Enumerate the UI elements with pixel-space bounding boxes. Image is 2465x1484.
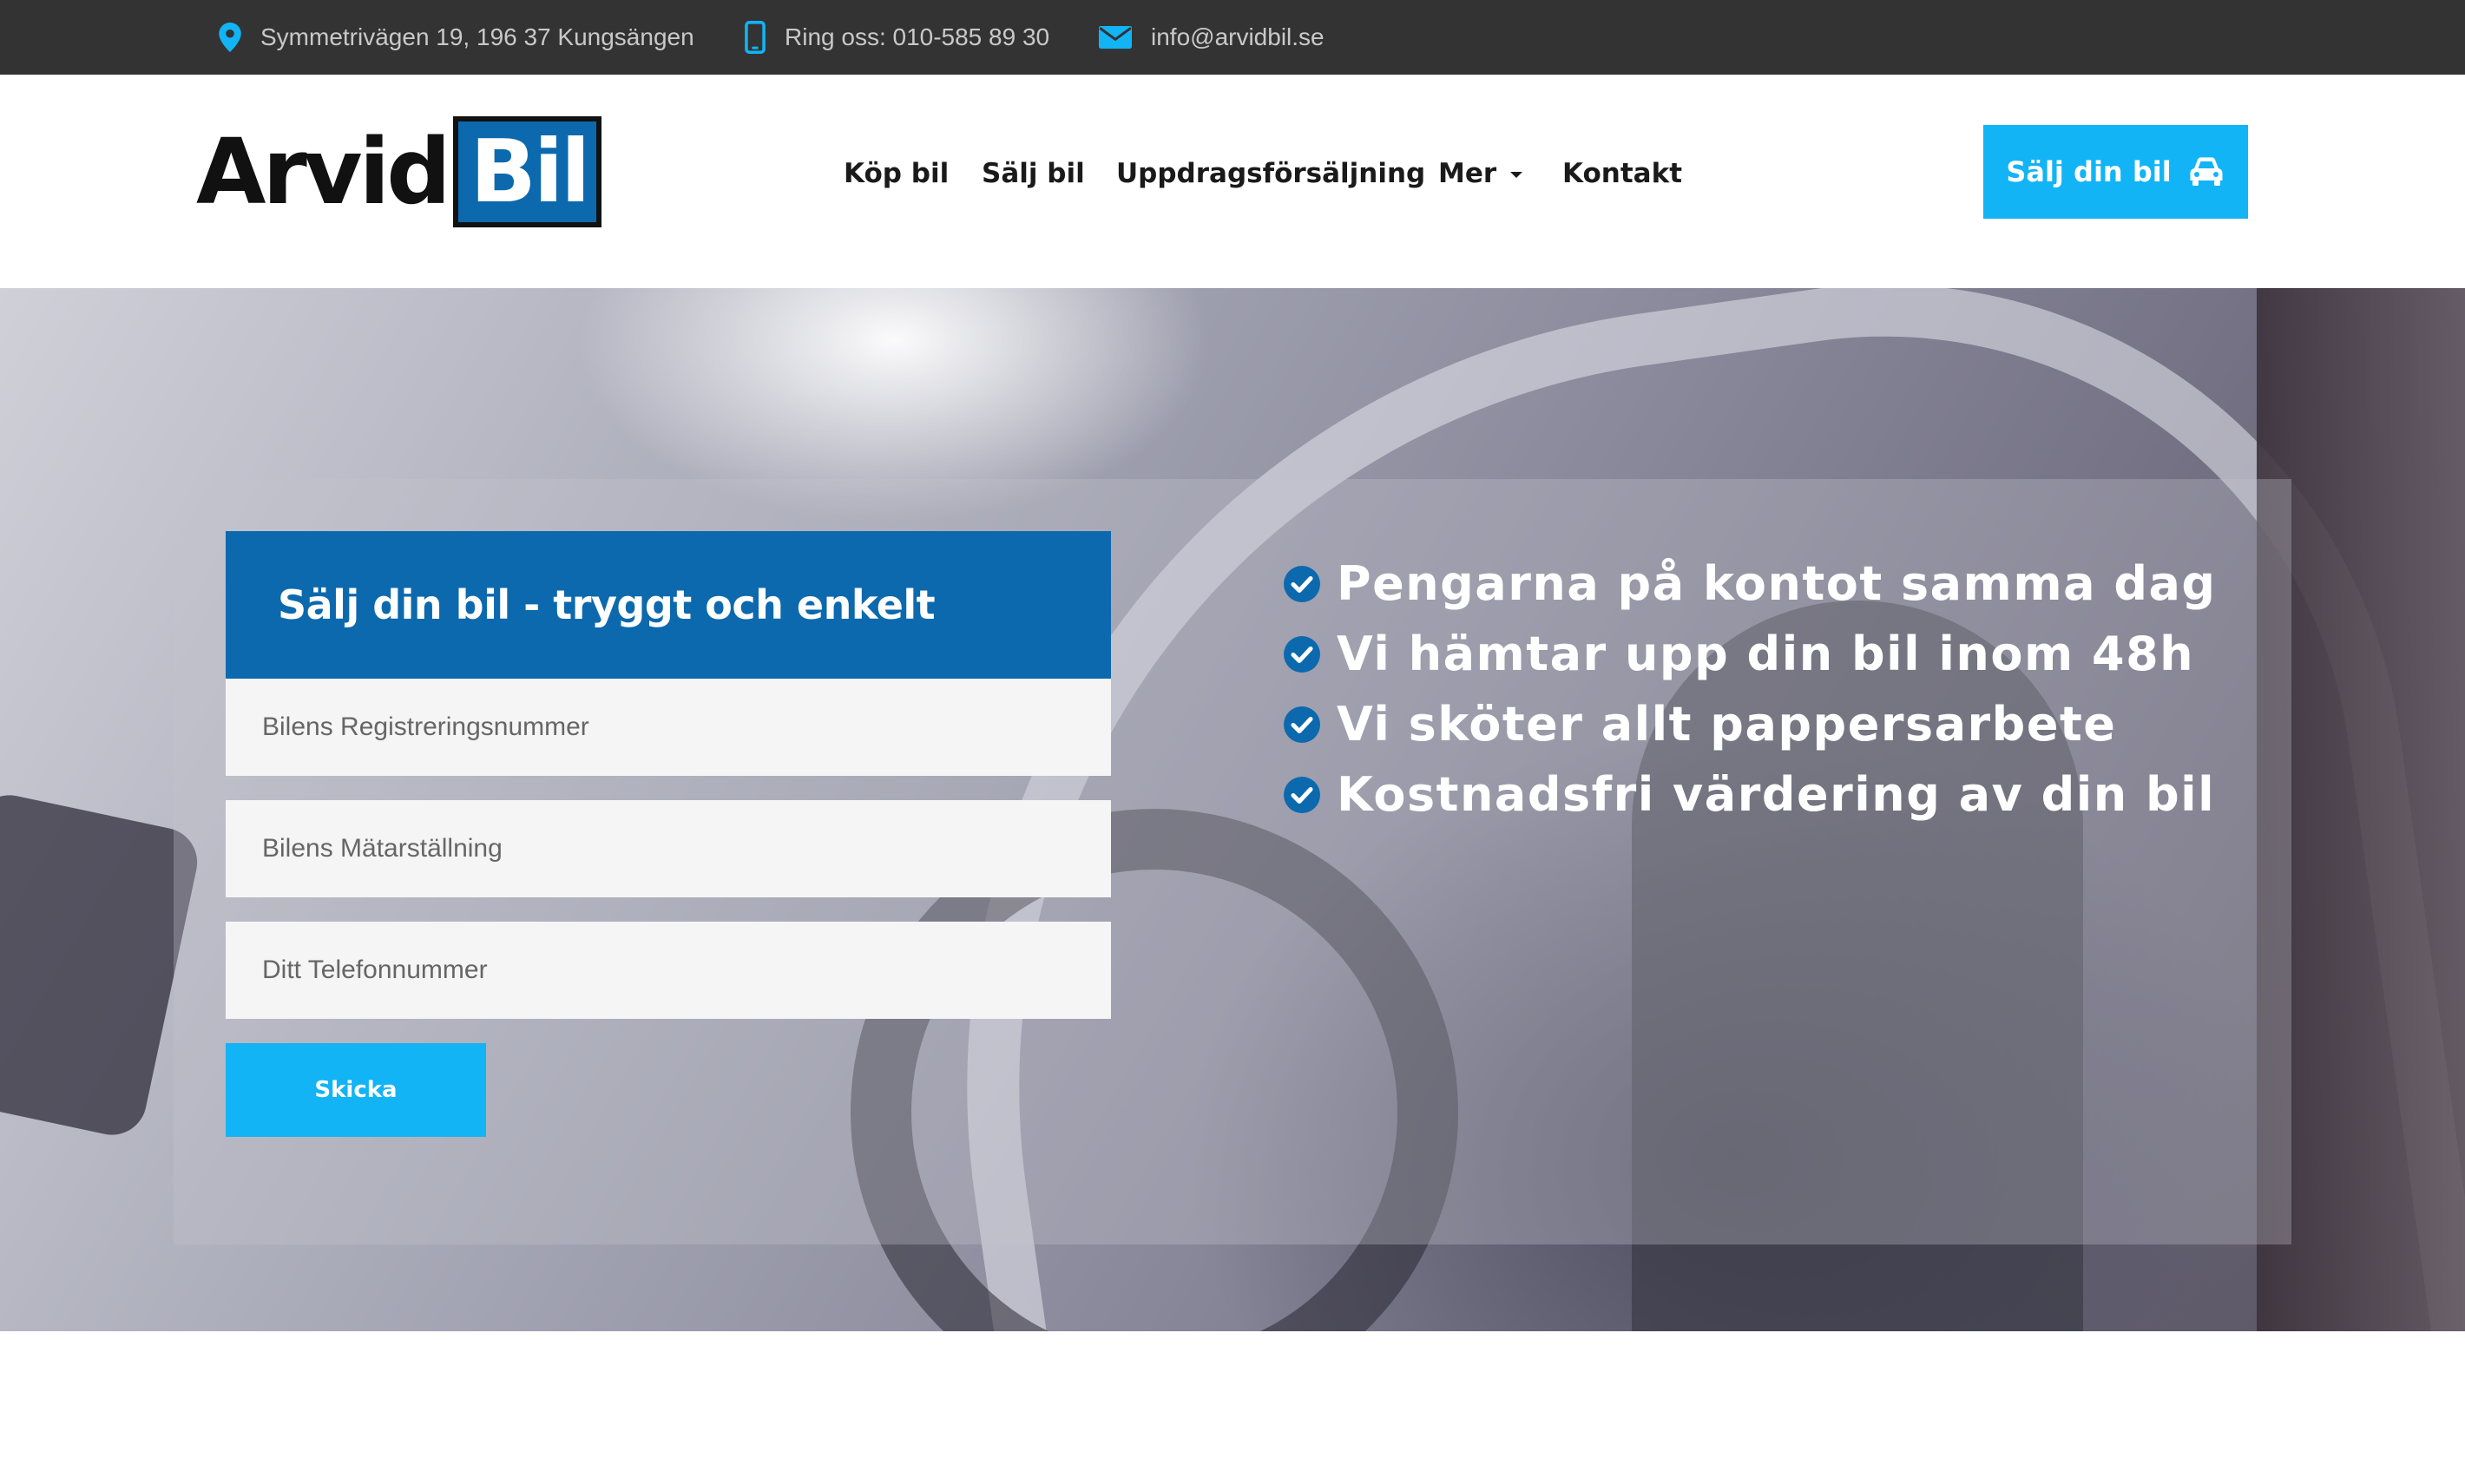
hero-section: Sälj din bil - tryggt och enkelt Skicka … (0, 288, 2465, 1331)
submit-button[interactable]: Skicka (226, 1043, 486, 1137)
logo-text-arvid: Arvid (196, 119, 451, 225)
nav-mer-dropdown[interactable]: Mer (1438, 158, 1523, 189)
benefit-text: Pengarna på kontot samma dag (1337, 556, 2217, 611)
car-icon (2190, 157, 2223, 186)
check-circle-icon (1284, 706, 1320, 743)
top-info-bar: Symmetrivägen 19, 196 37 Kungsängen Ring… (0, 0, 2465, 75)
mobile-phone-icon (745, 21, 766, 54)
email-link[interactable]: info@arvidbil.se (1151, 23, 1325, 51)
envelope-icon (1099, 25, 1132, 49)
nav-kop-bil[interactable]: Köp bil (844, 158, 949, 189)
logo-text-bil: Bil (452, 116, 602, 227)
benefits-list: Pengarna på kontot samma dag Vi hämtar u… (1283, 548, 2217, 830)
form-header: Sälj din bil - tryggt och enkelt (226, 531, 1111, 679)
benefit-item: Pengarna på kontot samma dag (1283, 548, 2217, 619)
check-circle-icon (1284, 565, 1320, 602)
arvidbil-logo[interactable]: Arvid Bil (196, 116, 602, 227)
site-header: Arvid Bil Köp bil Sälj bil Uppdragsförsä… (0, 75, 2465, 288)
email-item[interactable]: info@arvidbil.se (1099, 0, 1325, 75)
nav-kontakt[interactable]: Kontakt (1562, 158, 1682, 189)
benefit-item: Vi hämtar upp din bil inom 48h (1283, 619, 2217, 689)
phone-text[interactable]: Ring oss: 010-585 89 30 (785, 23, 1049, 51)
address-text: Symmetrivägen 19, 196 37 Kungsängen (260, 23, 694, 50)
sell-your-car-label: Sälj din bil (2006, 155, 2172, 188)
benefit-text: Kostnadsfri värdering av din bil (1337, 767, 2216, 822)
benefit-item: Kostnadsfri värdering av din bil (1283, 759, 2217, 830)
address-item: Symmetrivägen 19, 196 37 Kungsängen (219, 0, 694, 75)
phone-number-input[interactable] (226, 922, 1111, 1019)
location-pin-icon (219, 23, 241, 52)
registration-number-input[interactable] (226, 679, 1111, 776)
form-title: Sälj din bil - tryggt och enkelt (278, 581, 936, 628)
odometer-input[interactable] (226, 800, 1111, 897)
phone-item[interactable]: Ring oss: 010-585 89 30 (745, 0, 1049, 75)
benefit-text: Vi sköter allt pappersarbete (1337, 697, 2117, 752)
sell-your-car-button[interactable]: Sälj din bil (1983, 125, 2248, 219)
nav-uppdragsforsaljning[interactable]: Uppdragsförsäljning (1116, 158, 1425, 189)
nav-mer-label: Mer (1438, 158, 1497, 189)
check-circle-icon (1284, 776, 1320, 813)
benefit-item: Vi sköter allt pappersarbete (1283, 689, 2217, 759)
check-circle-icon (1284, 635, 1320, 673)
benefit-text: Vi hämtar upp din bil inom 48h (1337, 627, 2195, 681)
nav-salj-bil[interactable]: Sälj bil (982, 158, 1085, 189)
chevron-down-icon (1510, 172, 1523, 178)
